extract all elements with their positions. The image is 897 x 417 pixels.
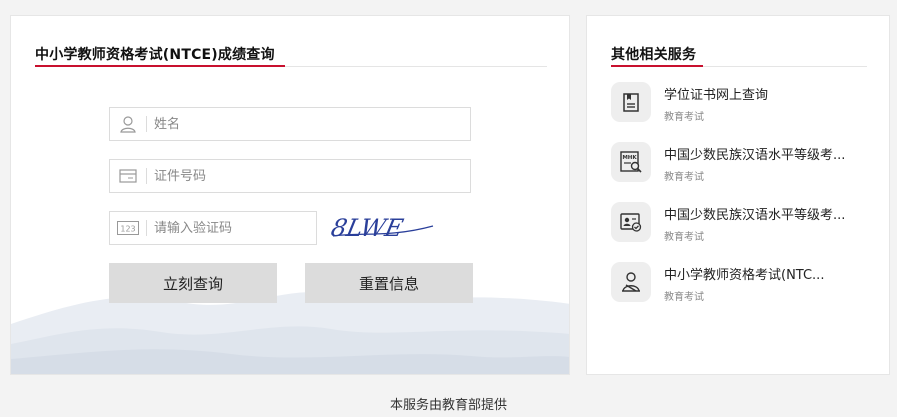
service-subtitle: 教育考试 bbox=[664, 112, 704, 123]
id-card-icon bbox=[110, 160, 146, 192]
svg-text:123: 123 bbox=[120, 225, 135, 234]
service-item-ntce[interactable]: 中小学教师资格考试(NTC... 教育考试 bbox=[611, 262, 871, 310]
user-icon bbox=[110, 108, 146, 140]
service-item-mhk-2[interactable]: 中国少数民族汉语水平等级考... 教育考试 bbox=[611, 202, 871, 250]
svg-text:MHK: MHK bbox=[622, 155, 637, 161]
query-button[interactable]: 立刻查询 bbox=[109, 263, 277, 303]
field-separator bbox=[146, 220, 147, 236]
service-item-degree-certificate[interactable]: 学位证书网上查询 教育考试 bbox=[611, 82, 871, 130]
title-underline bbox=[35, 65, 285, 67]
panel-title: 中小学教师资格考试(NTCE)成绩查询 bbox=[35, 47, 275, 63]
id-badge-check-icon bbox=[611, 202, 651, 242]
field-separator bbox=[146, 168, 147, 184]
related-services-panel: 其他相关服务 学位证书网上查询 教育考试 MHK 中国少数民族汉语水平等级考..… bbox=[586, 15, 890, 375]
teacher-icon bbox=[611, 262, 651, 302]
captcha-image[interactable]: 8LWE bbox=[329, 212, 439, 242]
score-query-panel: 中小学教师资格考试(NTCE)成绩查询 123 8LWE 立刻查询 重置信息 bbox=[10, 15, 570, 375]
captcha-field[interactable]: 123 bbox=[109, 211, 317, 245]
service-title: 中国少数民族汉语水平等级考... bbox=[664, 208, 846, 223]
service-title: 学位证书网上查询 bbox=[664, 88, 769, 103]
captcha-input[interactable] bbox=[154, 212, 304, 244]
service-item-mhk-1[interactable]: MHK 中国少数民族汉语水平等级考... 教育考试 bbox=[611, 142, 871, 190]
title-underline bbox=[611, 65, 703, 67]
service-title: 中国少数民族汉语水平等级考... bbox=[664, 148, 846, 163]
id-number-field[interactable] bbox=[109, 159, 471, 193]
service-title: 中小学教师资格考试(NTC... bbox=[664, 268, 825, 283]
reset-button[interactable]: 重置信息 bbox=[305, 263, 473, 303]
service-subtitle: 教育考试 bbox=[664, 292, 704, 303]
footer-provider-note: 本服务由教育部提供 bbox=[389, 398, 507, 413]
captcha-text: 8LWE bbox=[329, 213, 406, 242]
service-subtitle: 教育考试 bbox=[664, 172, 704, 183]
code-123-icon: 123 bbox=[110, 212, 146, 244]
panel-title: 其他相关服务 bbox=[611, 47, 697, 63]
service-subtitle: 教育考试 bbox=[664, 232, 704, 243]
id-number-input[interactable] bbox=[154, 160, 454, 192]
name-field[interactable] bbox=[109, 107, 471, 141]
field-separator bbox=[146, 116, 147, 132]
mhk-icon: MHK bbox=[611, 142, 651, 182]
name-input[interactable] bbox=[154, 108, 454, 140]
certificate-icon bbox=[611, 82, 651, 122]
